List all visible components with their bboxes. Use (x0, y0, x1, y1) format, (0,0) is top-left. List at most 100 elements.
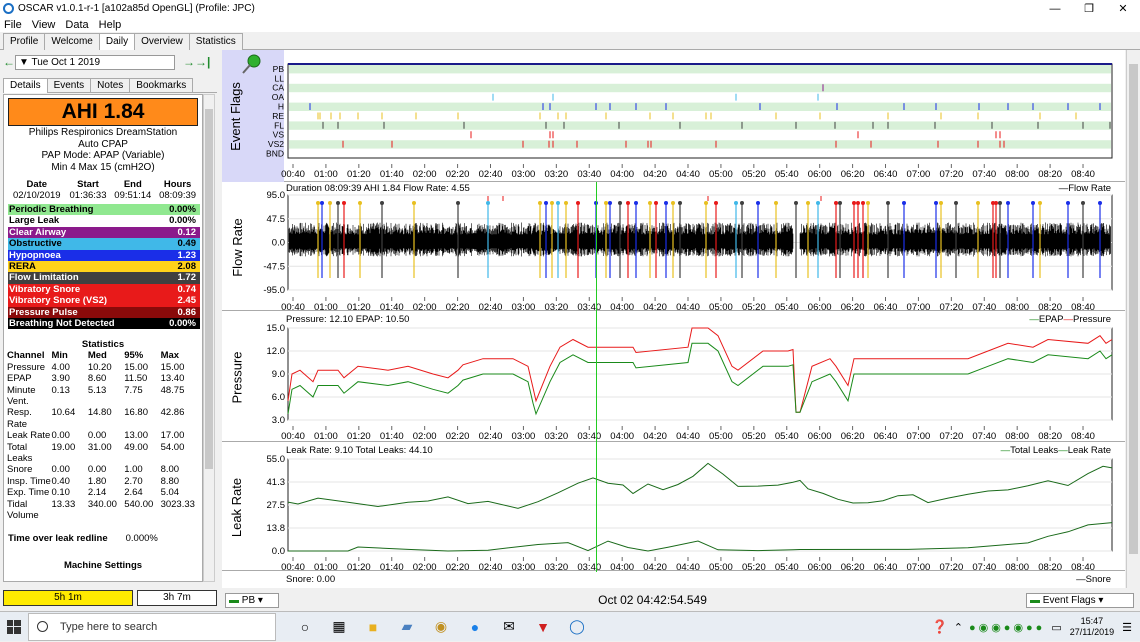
windows-start-icon[interactable] (0, 619, 28, 634)
time-tick-label: 06:20 (841, 169, 865, 180)
tab-profile[interactable]: Profile (3, 33, 46, 50)
event-value: 0.74 (177, 283, 197, 295)
event-name: Vibratory Snore (9, 283, 81, 295)
stat-row: EPAP 3.90 8.60 11.50 13.40 (7, 373, 201, 384)
close-button[interactable]: ✕ (1106, 2, 1140, 15)
layout-selector[interactable]: ▬ Event Flags ▾ (1026, 592, 1134, 608)
stat-cell: 0.10 (51, 487, 70, 499)
taskbar-search[interactable]: Type here to search (28, 612, 276, 641)
flow-event-dot (1006, 201, 1010, 205)
time-tick-label: 07:00 (907, 431, 931, 442)
flow-event-dot (1031, 201, 1035, 205)
leak-redline-value: 0.000% (125, 533, 158, 545)
session-table: Date Start End Hours 02/10/2019 01:36:33 09:5… (8, 179, 200, 201)
file-explorer-icon[interactable]: ■ (356, 613, 390, 641)
menu-data[interactable]: Data (65, 19, 88, 31)
stat-cell: 15.00 (124, 361, 148, 373)
tab-daily[interactable]: Daily (98, 33, 136, 51)
time-tick-label: 02:20 (446, 431, 470, 442)
machine-type: Auto CPAP (78, 138, 128, 150)
stat-cell: 5.13 (87, 384, 107, 396)
tab-overview[interactable]: Overview (134, 33, 190, 50)
oscar-taskbar-icon[interactable]: ◯ (560, 613, 594, 641)
pressure-chart[interactable]: 15.0 12.0 9.0 6.0 3.0 00:40 01:00 01:20 01:40 02:… (222, 312, 1125, 442)
sleep-time-button[interactable]: 5h 1m (3, 590, 133, 606)
flow-ytick-label: 0.0 (272, 238, 285, 249)
prev-day-arrow-icon[interactable]: ← (3, 55, 15, 69)
leak-rate-chart[interactable]: 55.0 41.3 27.5 13.8 0.0 00:40 01:00 01:20 01:40 0… (222, 443, 1125, 571)
event-row: Vibratory Snore (VS2) 2.45 (8, 295, 200, 307)
next-day-arrow-icon[interactable]: → (183, 55, 195, 69)
channel-selector[interactable]: ▬ PB ▾ (225, 592, 279, 608)
flag-row-bg (289, 140, 1111, 149)
time-tick-label: 07:40 (972, 302, 996, 311)
menu-view[interactable]: View (32, 19, 56, 31)
time-tick-label: 02:40 (479, 302, 503, 311)
clock-time: 15:47 (1080, 616, 1104, 626)
cortana-icon[interactable]: ○ (288, 613, 322, 641)
time-tick-label: 04:40 (676, 169, 700, 180)
time-tick-label: 01:00 (314, 169, 338, 180)
stat-cell: Total Leaks (7, 441, 33, 464)
tab-statistics[interactable]: Statistics (188, 33, 243, 50)
stat-cell: 0.00 (51, 430, 70, 442)
help-icon[interactable]: ❓ (932, 619, 948, 635)
stat-cell: 2.70 (124, 475, 143, 487)
time-tick-label: 08:40 (1071, 169, 1095, 180)
tab-details[interactable]: Details (3, 78, 48, 93)
time-tick-label: 00:40 (281, 169, 305, 180)
stat-cell: 8.60 (87, 373, 107, 385)
time-tick-label: 01:40 (380, 562, 404, 571)
last-day-arrow-icon[interactable]: →| (195, 55, 210, 69)
time-tick-label: 08:20 (1038, 562, 1062, 571)
flow-event-dot (412, 201, 416, 205)
scrollbar-thumb[interactable] (205, 109, 213, 469)
time-tick-label: 05:00 (709, 431, 733, 442)
stat-cell: 2.64 (124, 487, 143, 499)
awake-time-button[interactable]: 3h 7m (137, 590, 217, 606)
app-icon-3[interactable]: ◉ (424, 613, 458, 641)
clock[interactable]: 15:47 27/11/2019 (1070, 616, 1114, 638)
graph-scrollbar-thumb[interactable] (1129, 64, 1138, 554)
flow-rate-chart[interactable]: 95.0 47.5 0.0 -47.5 -95.0 00:40 01:00 01:20 01:4… (222, 183, 1125, 311)
stat-header: Min (51, 350, 68, 362)
event-flags-chart[interactable]: PBLLCAOAHREFLVSVS2BND00:40 01:00 01:20 01:4… (222, 50, 1125, 182)
details-scrollbar[interactable] (203, 94, 215, 582)
notifications-icon[interactable]: ☰ (1122, 621, 1132, 634)
tray-icons[interactable]: ●◉◉●◉●● (969, 621, 1045, 634)
tab-events[interactable]: Events (46, 78, 92, 93)
flow-event-dot (564, 201, 568, 205)
time-tick-label: 07:00 (907, 302, 931, 311)
time-tick-label: 08:20 (1038, 302, 1062, 311)
minimize-button[interactable]: — (1038, 3, 1072, 15)
network-icon[interactable]: ▭ (1051, 621, 1061, 634)
tab-welcome[interactable]: Welcome (44, 33, 100, 50)
graph-scrollbar[interactable] (1126, 50, 1140, 588)
machine-settings-heading[interactable]: Machine Settings (4, 560, 202, 571)
time-tick-label: 03:00 (512, 562, 536, 571)
chevron-up-icon[interactable]: ⌃ (954, 621, 963, 634)
event-value: 0.00% (169, 204, 196, 215)
mail-icon[interactable]: ✉ (492, 613, 526, 641)
stat-cell: 3023.33 (160, 498, 195, 510)
menu-help[interactable]: Help (99, 19, 122, 31)
time-tick-label: 07:20 (939, 302, 963, 311)
app-icon-2[interactable]: ▰ (390, 613, 424, 641)
tab-bookmarks[interactable]: Bookmarks (129, 78, 194, 93)
menu-file[interactable]: File (4, 19, 22, 31)
tab-notes[interactable]: Notes (90, 78, 131, 93)
date-selector[interactable]: ▼ Tue Oct 1 2019 (15, 54, 175, 70)
maximize-button[interactable]: ❐ (1072, 2, 1106, 15)
time-tick-label: 07:20 (939, 169, 963, 180)
event-name: Periodic Breathing (9, 204, 94, 215)
task-view-icon[interactable]: ▦ (322, 613, 356, 641)
time-tick-label: 07:00 (907, 562, 931, 571)
flow-event-dot (939, 201, 943, 205)
vivaldi-icon[interactable]: ▼ (526, 613, 560, 641)
time-tick-label: 03:40 (577, 302, 601, 311)
time-tick-label: 08:40 (1071, 302, 1095, 311)
messenger-icon[interactable]: ● (458, 613, 492, 641)
flow-event-dot (774, 201, 778, 205)
time-tick-label: 03:20 (544, 431, 568, 442)
event-name: Pressure Pulse (9, 306, 78, 318)
